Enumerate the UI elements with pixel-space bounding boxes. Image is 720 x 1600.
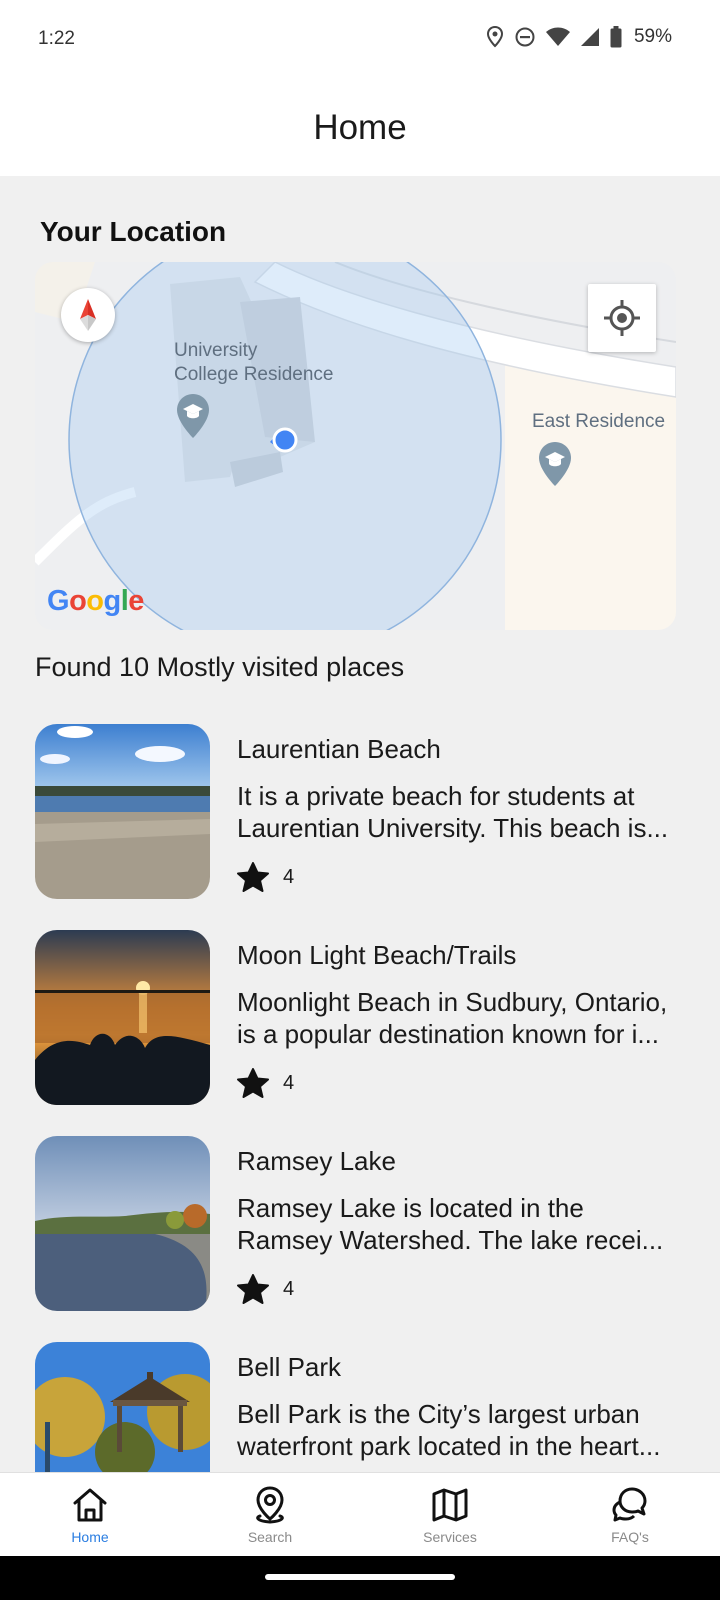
status-bar: 1:22 59%	[0, 0, 720, 80]
place-card-ramsey-lake[interactable]: Ramsey Lake Ramsey Lake is located in th…	[35, 1136, 685, 1312]
place-name: Ramsey Lake	[237, 1146, 396, 1176]
place-thumbnail	[35, 1342, 210, 1472]
location-pin-icon	[256, 1486, 284, 1524]
compass-button[interactable]	[61, 288, 115, 342]
place-card-laurentian-beach[interactable]: Laurentian Beach It is a private beach f…	[35, 724, 685, 900]
sunset-photo-icon	[35, 930, 210, 1105]
place-description-line: is a popular destination known for i...	[237, 1019, 660, 1049]
star-icon	[237, 1274, 269, 1304]
place-description-line: Ramsey Lake is located in the	[237, 1193, 584, 1223]
rating-value: 4	[283, 1071, 295, 1094]
place-description: Bell Park is the City’s largest urban wa…	[237, 1398, 687, 1462]
lake-photo-icon	[35, 1136, 210, 1311]
place-thumbnail	[35, 1136, 210, 1311]
place-rating: 4	[237, 862, 294, 892]
gesture-navigation-bar	[0, 1556, 720, 1600]
place-name: Bell Park	[237, 1352, 342, 1382]
google-logo-icon: Google	[47, 585, 145, 617]
compass-icon	[80, 299, 96, 331]
nav-label: Home	[71, 1529, 109, 1545]
status-icons: 59%	[486, 26, 672, 48]
star-icon	[237, 1068, 269, 1098]
location-status-icon	[486, 26, 503, 48]
place-description-line: Ramsey Watershed. The lake recei...	[237, 1225, 664, 1255]
place-description-line: Bell Park is the City’s largest urban	[237, 1399, 640, 1429]
do-not-disturb-icon	[515, 27, 535, 47]
nav-label: Services	[423, 1529, 477, 1545]
nav-label: Search	[247, 1529, 293, 1545]
park-photo-icon	[35, 1342, 210, 1472]
battery-percentage: 59%	[633, 26, 672, 47]
place-description-line: Moonlight Beach in Sudbury, Ontario,	[237, 987, 668, 1017]
home-icon	[73, 1488, 107, 1522]
nav-label: FAQ's	[611, 1529, 649, 1545]
place-thumbnail	[35, 930, 210, 1105]
location-map[interactable]: University College Residence East Reside…	[35, 262, 676, 630]
place-name: Laurentian Beach	[237, 734, 441, 764]
rating-value: 4	[283, 1277, 295, 1300]
home-gesture-handle[interactable]	[265, 1574, 455, 1580]
nav-home[interactable]: Home	[0, 1473, 180, 1556]
svg-text:Google: Google	[47, 585, 144, 617]
place-description-line: It is a private beach for students at	[237, 781, 635, 811]
place-card-moon-light-beach[interactable]: Moon Light Beach/Trails Moonlight Beach …	[35, 930, 685, 1106]
place-rating: 4	[237, 1274, 294, 1304]
place-description: Ramsey Lake is located in the Ramsey Wat…	[237, 1192, 687, 1256]
nav-search[interactable]: Search	[180, 1473, 360, 1556]
wifi-icon	[545, 27, 570, 46]
place-name: Moon Light Beach/Trails	[237, 940, 517, 970]
university-pin-icon[interactable]	[537, 440, 573, 488]
map-label-line: University	[174, 340, 258, 361]
location-section-title: Your Location	[40, 216, 227, 247]
google-attribution-logo: Google	[47, 582, 147, 626]
results-summary: Found 10 Mostly visited places	[35, 652, 405, 682]
map-background	[35, 262, 676, 630]
star-icon	[237, 862, 269, 892]
place-description-line: Laurentian University. This beach is...	[237, 813, 669, 843]
map-label-east-residence: East Residence	[532, 411, 666, 432]
place-description: It is a private beach for students at La…	[237, 780, 687, 844]
map-label-line: College Residence	[174, 364, 334, 385]
page-title: Home	[313, 108, 407, 147]
map-label-university-college-residence: University College Residence	[174, 339, 334, 387]
crosshair-icon	[604, 300, 640, 336]
place-description-line: waterfront park located in the heart...	[237, 1431, 661, 1461]
rating-value: 4	[283, 865, 295, 888]
university-pin-icon[interactable]	[175, 392, 211, 440]
place-rating: 4	[237, 1068, 294, 1098]
status-time: 1:22	[38, 28, 75, 49]
place-description: Moonlight Beach in Sudbury, Ontario, is …	[237, 986, 687, 1050]
nav-faqs[interactable]: FAQ's	[540, 1473, 720, 1556]
beach-photo-icon	[35, 724, 210, 899]
cell-signal-icon	[580, 28, 599, 46]
bottom-navigation: Home Search Services FAQ's	[0, 1472, 720, 1556]
map-icon	[432, 1488, 468, 1522]
my-location-button[interactable]	[588, 284, 656, 352]
chat-bubbles-icon	[612, 1487, 647, 1522]
app-header: Home	[0, 80, 720, 176]
place-thumbnail	[35, 724, 210, 899]
nav-services[interactable]: Services	[360, 1473, 540, 1556]
battery-icon	[610, 26, 622, 48]
